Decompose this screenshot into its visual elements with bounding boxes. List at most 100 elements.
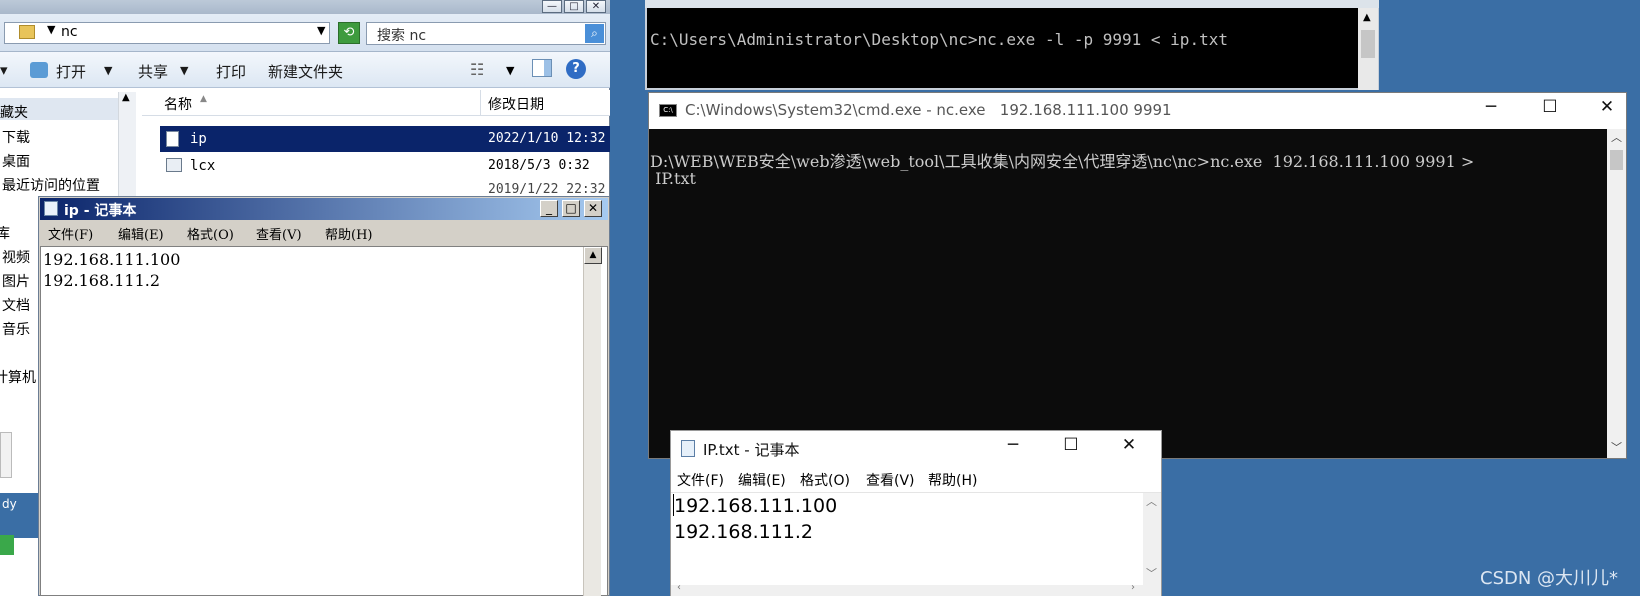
nav-item-desktop[interactable]: 桌面 — [2, 151, 30, 171]
scroll-up-icon[interactable]: ︿ — [1146, 493, 1157, 509]
cmd-close-button[interactable]: ✕ — [1595, 97, 1619, 117]
scroll-up-icon[interactable]: ︿ — [1611, 129, 1622, 145]
notepad-classic-text-area[interactable]: 192.168.111.100 192.168.111.2 — [40, 246, 608, 596]
notepad-classic-titlebar[interactable]: ip - 记事本 — [40, 198, 608, 220]
help-icon[interactable]: ? — [566, 59, 586, 79]
scroll-up-icon[interactable]: ▲ — [584, 247, 602, 264]
refresh-icon[interactable]: ⟲ — [338, 22, 360, 44]
nav-item-music[interactable]: 音乐 — [2, 319, 30, 339]
menu-format[interactable]: 格式(O) — [187, 224, 234, 243]
scroll-thumb[interactable] — [1361, 30, 1375, 58]
nav-item-computer[interactable]: 计算机 — [0, 367, 36, 387]
open-dropdown-icon[interactable]: ▼ — [104, 64, 112, 77]
menu-help[interactable]: 帮助(H) — [928, 470, 977, 490]
cmd-listener-scrollbar[interactable]: ▲ — [1358, 8, 1378, 90]
folder-icon — [19, 25, 35, 39]
nav-item-favorites[interactable]: 藏夹 — [0, 102, 28, 122]
notepad-classic-title: ip - 记事本 — [64, 203, 137, 219]
address-path: nc — [61, 24, 78, 40]
cmd-listener-titlebar[interactable] — [645, 0, 1379, 8]
file-list-header: 名称 ▲ 修改日期 — [142, 90, 610, 116]
scroll-down-icon[interactable]: ﹀ — [1146, 565, 1157, 581]
status-icon — [0, 535, 14, 555]
notepad-classic-scrollbar[interactable]: ▲ — [583, 247, 602, 596]
notepad-icon — [681, 440, 695, 457]
notepad-icon — [44, 201, 58, 216]
text-line: 192.168.111.100 — [674, 495, 838, 517]
notepad-close-button[interactable]: ✕ — [584, 200, 602, 217]
nav-item-recent-places[interactable]: 最近访问的位置 — [2, 175, 100, 195]
menu-file[interactable]: 文件(F) — [677, 470, 724, 490]
cmd-client-scroll-thumb[interactable] — [1610, 150, 1623, 170]
text-line: 192.168.111.2 — [674, 521, 814, 543]
view-options-icon[interactable]: ☷ — [470, 60, 484, 79]
cmd-minimize-button[interactable]: ─ — [1479, 97, 1503, 117]
notepad-win10-title: IP.txt - 记事本 — [703, 441, 800, 459]
notepad-close-button[interactable]: ✕ — [1117, 435, 1141, 455]
text-line: 192.168.111.100 — [43, 250, 181, 269]
view-dropdown-icon[interactable]: ▼ — [506, 64, 514, 77]
notepad-minimize-button[interactable]: ─ — [1001, 435, 1025, 455]
toolbar-open-button[interactable]: 打开 — [56, 61, 86, 82]
share-dropdown-icon[interactable]: ▼ — [180, 64, 188, 77]
nav-item-videos[interactable]: 视频 — [2, 247, 30, 267]
nav-item-downloads[interactable]: 下载 — [2, 127, 30, 147]
toolbar-organize-chevron-icon[interactable]: ▾ — [0, 61, 8, 79]
cmd-listener-command: C:\Users\Administrator\Desktop\nc>nc.exe… — [650, 30, 1228, 49]
explorer-close-button[interactable]: ✕ — [586, 0, 606, 13]
scroll-up-icon[interactable]: ▲ — [1363, 12, 1371, 23]
menu-edit[interactable]: 编辑(E) — [738, 470, 786, 490]
scroll-down-icon[interactable]: ﹀ — [1611, 439, 1622, 455]
notepad-win10-text-area[interactable]: 192.168.111.100 192.168.111.2 — [671, 492, 1161, 586]
nav-item-libraries[interactable]: 库 — [0, 223, 10, 243]
scroll-up-icon[interactable]: ▲ — [122, 92, 130, 103]
explorer-titlebar — [0, 0, 610, 14]
text-line: 192.168.111.2 — [43, 271, 161, 290]
status-text: dy — [2, 497, 17, 511]
column-date-header[interactable]: 修改日期 — [488, 94, 544, 114]
breadcrumb-chevron-icon: ▼ — [47, 23, 56, 36]
column-divider[interactable] — [480, 90, 481, 116]
notepad-win10-vscrollbar[interactable]: ︿ ﹀ — [1143, 493, 1161, 585]
file-date: 2018/5/3 0:32 — [488, 158, 590, 173]
open-icon — [30, 62, 48, 78]
search-icon[interactable]: ⌕ — [585, 24, 604, 43]
menu-file[interactable]: 文件(F) — [48, 224, 93, 243]
text-file-icon — [166, 131, 179, 147]
file-date: 2019/1/22 22:32 — [488, 182, 606, 197]
toolbar-print-button[interactable]: 打印 — [216, 61, 246, 82]
cmd-icon: C:\ — [659, 104, 677, 117]
nav-item-pictures[interactable]: 图片 — [2, 271, 30, 291]
file-name: ip — [190, 131, 207, 147]
menu-format[interactable]: 格式(O) — [800, 470, 850, 490]
menu-view[interactable]: 查看(V) — [866, 470, 915, 490]
menu-help[interactable]: 帮助(H) — [325, 224, 372, 243]
scroll-right-icon[interactable]: › — [1131, 582, 1135, 593]
scroll-left-icon[interactable]: ‹ — [677, 582, 681, 593]
menu-view[interactable]: 查看(V) — [256, 224, 302, 243]
explorer-minimize-button[interactable]: — — [542, 0, 562, 13]
explorer-maximize-button[interactable]: □ — [564, 0, 584, 13]
toolbar-new-folder-button[interactable]: 新建文件夹 — [268, 61, 343, 82]
toolbar-share-button[interactable]: 共享 — [138, 61, 168, 82]
cmd-client-titlebar[interactable]: C:\ C:\Windows\System32\cmd.exe - nc.exe… — [649, 93, 1626, 129]
cmd-client-scrollbar[interactable]: ︿ ﹀ — [1607, 129, 1626, 458]
cmd-maximize-button[interactable]: ☐ — [1538, 97, 1562, 117]
preview-pane-icon[interactable] — [532, 59, 552, 77]
notepad-classic-menubar: 文件(F) 编辑(E) 格式(O) 查看(V) 帮助(H) — [40, 220, 608, 246]
address-bar[interactable]: ▼ nc ▼ — [4, 22, 330, 44]
notepad-minimize-button[interactable]: _ — [540, 200, 558, 217]
exe-file-icon — [166, 158, 182, 172]
menu-edit[interactable]: 编辑(E) — [118, 224, 164, 243]
notepad-win10-titlebar[interactable]: IP.txt - 记事本 ─ ☐ ✕ — [671, 431, 1161, 465]
nav-item-documents[interactable]: 文档 — [2, 295, 30, 315]
cmd-client-line: IP.txt — [650, 169, 696, 188]
notepad-maximize-button[interactable]: □ — [562, 200, 580, 217]
address-dropdown-icon[interactable]: ▼ — [317, 24, 325, 37]
details-pane: dy — [0, 493, 38, 555]
column-name-header[interactable]: 名称 — [164, 94, 192, 114]
file-name[interactable]: lcx — [190, 158, 215, 174]
search-input[interactable]: 搜索 nc ⌕ — [366, 22, 606, 45]
notepad-win10-hscrollbar[interactable]: ‹ › — [671, 582, 1161, 596]
notepad-maximize-button[interactable]: ☐ — [1059, 435, 1083, 455]
